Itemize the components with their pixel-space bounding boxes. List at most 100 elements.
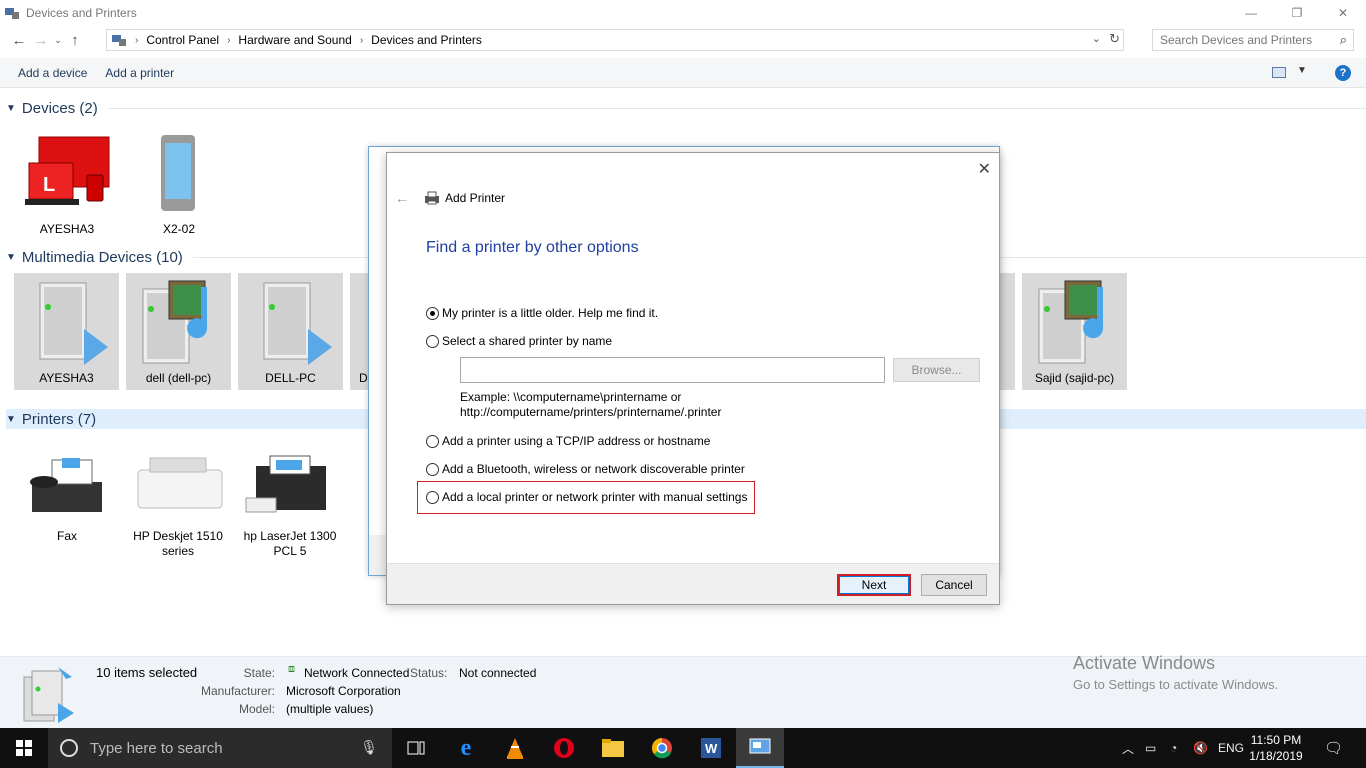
state-label: State: [243,666,275,680]
window-title: Devices and Printers [26,6,137,20]
activation-watermark-subtitle: Go to Settings to activate Windows. [1073,677,1279,692]
search-input[interactable]: Search Devices and Printers ⌕ [1152,29,1354,51]
device-item-x2-02[interactable]: X2-02 [127,133,231,237]
option-shared-printer[interactable]: Select a shared printer by name [426,334,612,348]
breadcrumb-control-panel[interactable]: Control Panel [146,33,219,47]
clock[interactable]: 11:50 PM 1/18/2019 [1246,732,1306,764]
option-bluetooth-wireless[interactable]: Add a Bluetooth, wireless or network dis… [426,462,745,476]
navigation-bar: ← → ⌄ ↑ › Control Panel › Hardware and S… [0,27,1366,53]
radio-button[interactable] [426,462,439,476]
show-hidden-icons-icon[interactable]: ︿ [1122,728,1134,768]
back-arrow-icon[interactable]: ← [8,29,30,51]
address-bar[interactable]: › Control Panel › Hardware and Sound › D… [106,29,1124,51]
next-button[interactable]: Next [837,574,911,596]
edge-browser-icon[interactable]: e [442,728,490,768]
media-tile-dell-dell-pc[interactable]: dell (dell-pc) [126,273,231,390]
cancel-button[interactable]: Cancel [921,574,987,596]
add-printer-button[interactable]: Add a printer [105,66,174,80]
task-view-icon[interactable] [392,728,440,768]
control-panel-taskbar-icon[interactable] [736,728,784,768]
media-tile-dell-pc[interactable]: DELL-PC [238,273,343,390]
change-view-icon[interactable] [1272,67,1286,78]
vlc-icon[interactable] [491,728,539,768]
background-window-footer [369,535,387,575]
windows-logo-icon [16,740,32,756]
option-local-printer-manual[interactable]: Add a local printer or network printer w… [426,490,747,504]
volume-muted-icon[interactable]: 🔇 [1193,728,1208,768]
clock-time: 11:50 PM [1250,733,1302,747]
close-button[interactable]: ✕ [1320,0,1366,26]
battery-icon[interactable]: ▭ [1145,728,1156,768]
media-tile-sajid-sajid-pc[interactable]: Sajid (sajid-pc) [1022,273,1127,390]
printer-item-hp-laserjet-1300[interactable]: hp LaserJet 1300 PCL 5 [238,452,342,559]
browse-button[interactable]: Browse... [893,358,980,382]
breadcrumb-separator-icon: › [135,34,139,46]
option-tcp-ip[interactable]: Add a printer using a TCP/IP address or … [426,434,710,448]
back-arrow-icon[interactable]: ← [395,190,409,206]
svg-text:L: L [43,174,55,196]
device-item-ayesha3[interactable]: L AYESHA3 [15,135,119,237]
dialog-heading: Find a printer by other options [426,239,639,256]
radio-button-selected[interactable] [426,306,439,320]
forward-arrow-icon[interactable]: → [30,29,52,51]
maximize-button[interactable]: ❐ [1274,0,1320,26]
notifications-icon[interactable]: 🗨 [1324,728,1343,768]
radio-button[interactable] [426,334,439,348]
radio-button[interactable] [426,490,439,504]
group-divider [107,107,1366,109]
taskbar-search-input[interactable]: Type here to search 🎙 [48,728,392,768]
word-icon[interactable]: W [687,728,735,768]
up-arrow-icon[interactable]: ↑ [64,29,86,51]
collapse-chevron-icon[interactable]: ▼ [6,414,16,425]
close-icon[interactable]: ✕ [978,159,991,179]
microphone-icon[interactable]: 🎙 [360,739,378,756]
command-bar: Add a device Add a printer ▼ ? [0,58,1366,88]
recent-locations-chevron-icon[interactable]: ⌄ [52,29,64,51]
option-label: Add a local printer or network printer w… [442,490,748,504]
printer-item-fax[interactable]: Fax [15,452,119,544]
media-label: dell (dell-pc) [145,371,212,385]
example-line: Example: \\computername\printername or [460,390,682,404]
shared-printer-example: Example: \\computername\printername or h… [460,390,721,420]
laser-printer-icon [245,455,326,513]
start-button[interactable] [0,728,48,768]
collapse-chevron-icon[interactable]: ▼ [6,252,16,263]
selected-items-icon [23,667,74,723]
breadcrumb-hardware-and-sound[interactable]: Hardware and Sound [238,33,351,47]
view-options-chevron-icon[interactable]: ▼ [1297,65,1307,76]
fax-icon [30,458,102,512]
address-dropdown-icon[interactable]: ⌄ [1092,32,1101,45]
help-icon[interactable]: ? [1335,65,1351,81]
wifi-icon[interactable]: ◔ [1170,728,1177,768]
collapse-chevron-icon[interactable]: ▼ [6,103,16,114]
network-icon: ⧈ [288,663,295,675]
media-tile-partial[interactable]: D [350,273,368,390]
inkjet-printer-icon [137,457,223,509]
minimize-button[interactable]: — [1228,0,1274,26]
device-label: AYESHA3 [39,222,95,236]
media-tile-partial-right[interactable] [999,273,1015,390]
group-header-devices[interactable]: ▼ Devices (2) [6,98,1366,118]
state-value: Network Connected [304,666,410,680]
language-indicator[interactable]: ENG [1218,728,1244,768]
media-server-icon [263,282,332,365]
chrome-icon[interactable] [638,728,686,768]
file-explorer-icon[interactable] [589,728,637,768]
add-device-button[interactable]: Add a device [18,66,87,80]
devices-and-printers-icon [5,8,19,19]
svg-text:W: W [705,741,718,756]
shared-printer-name-input[interactable] [460,357,885,383]
option-older-printer[interactable]: My printer is a little older. Help me fi… [426,306,658,320]
group-title-printers: Printers (7) [21,410,97,428]
printer-icon [425,191,439,205]
opera-icon[interactable] [540,728,588,768]
search-icon[interactable]: ⌕ [1340,32,1347,48]
radio-button[interactable] [426,434,439,448]
model-value: (multiple values) [286,702,374,716]
media-tile-ayesha3[interactable]: AYESHA3 [14,273,119,390]
breadcrumb-devices-and-printers[interactable]: Devices and Printers [371,33,482,47]
printer-label: hp LaserJet 1300 PCL 5 [243,529,337,558]
refresh-icon[interactable]: ↻ [1109,31,1120,47]
printer-item-hp-deskjet-1510[interactable]: HP Deskjet 1510 series [126,452,230,559]
status-label: Status: [410,666,448,680]
